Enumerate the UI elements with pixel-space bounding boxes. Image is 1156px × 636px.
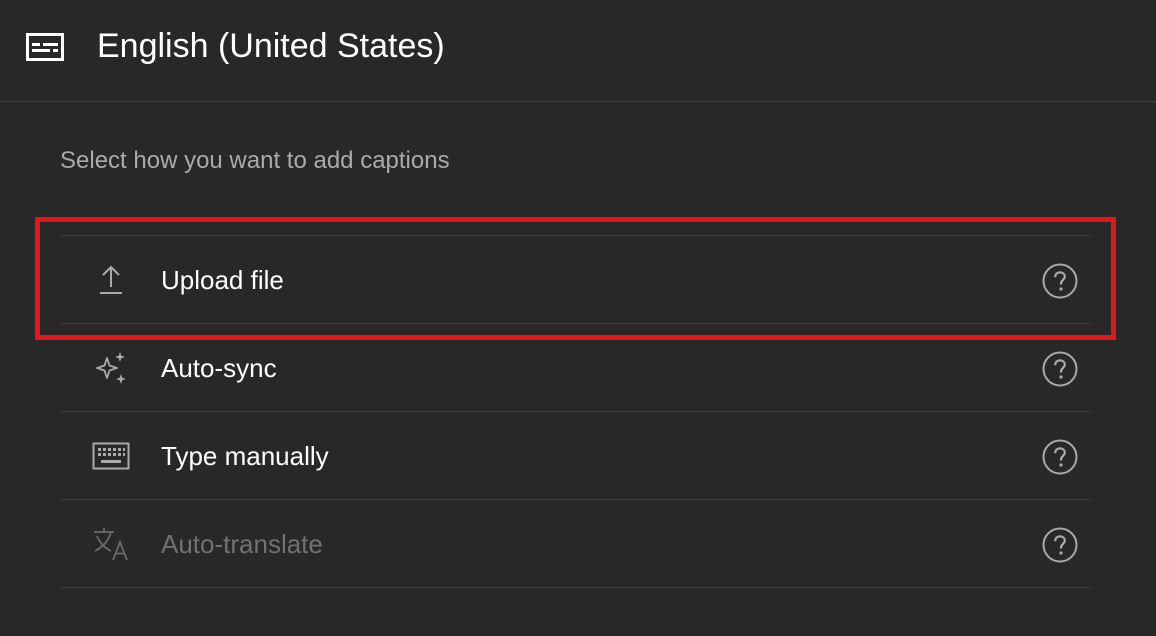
translate-icon (91, 526, 131, 562)
type-manually-label: Type manually (161, 441, 329, 471)
help-icon[interactable] (1042, 527, 1078, 563)
instruction-text: Select how you want to add captions (60, 147, 450, 174)
upload-file-label: Upload file (161, 265, 284, 295)
help-icon[interactable] (1042, 263, 1078, 299)
type-manually-option[interactable]: Type manually (60, 411, 1091, 499)
sparkle-icon (91, 350, 131, 386)
dialog-header: English (United States) (0, 0, 1156, 102)
help-icon[interactable] (1042, 351, 1078, 387)
auto-sync-option[interactable]: Auto-sync (60, 323, 1091, 411)
help-icon[interactable] (1042, 439, 1078, 475)
dialog-title: English (United States) (97, 27, 445, 65)
add-captions-dialog: English (United States) Select how you w… (0, 0, 1156, 636)
keyboard-icon (91, 438, 131, 474)
caption-method-list: Upload file Auto-sync Type manually Auto… (60, 235, 1091, 588)
auto-translate-label: Auto-translate (161, 529, 323, 559)
closed-captions-icon (26, 33, 64, 61)
upload-icon (91, 262, 131, 298)
upload-file-option[interactable]: Upload file (60, 235, 1091, 323)
auto-translate-option: Auto-translate (60, 499, 1091, 588)
auto-sync-label: Auto-sync (161, 353, 277, 383)
